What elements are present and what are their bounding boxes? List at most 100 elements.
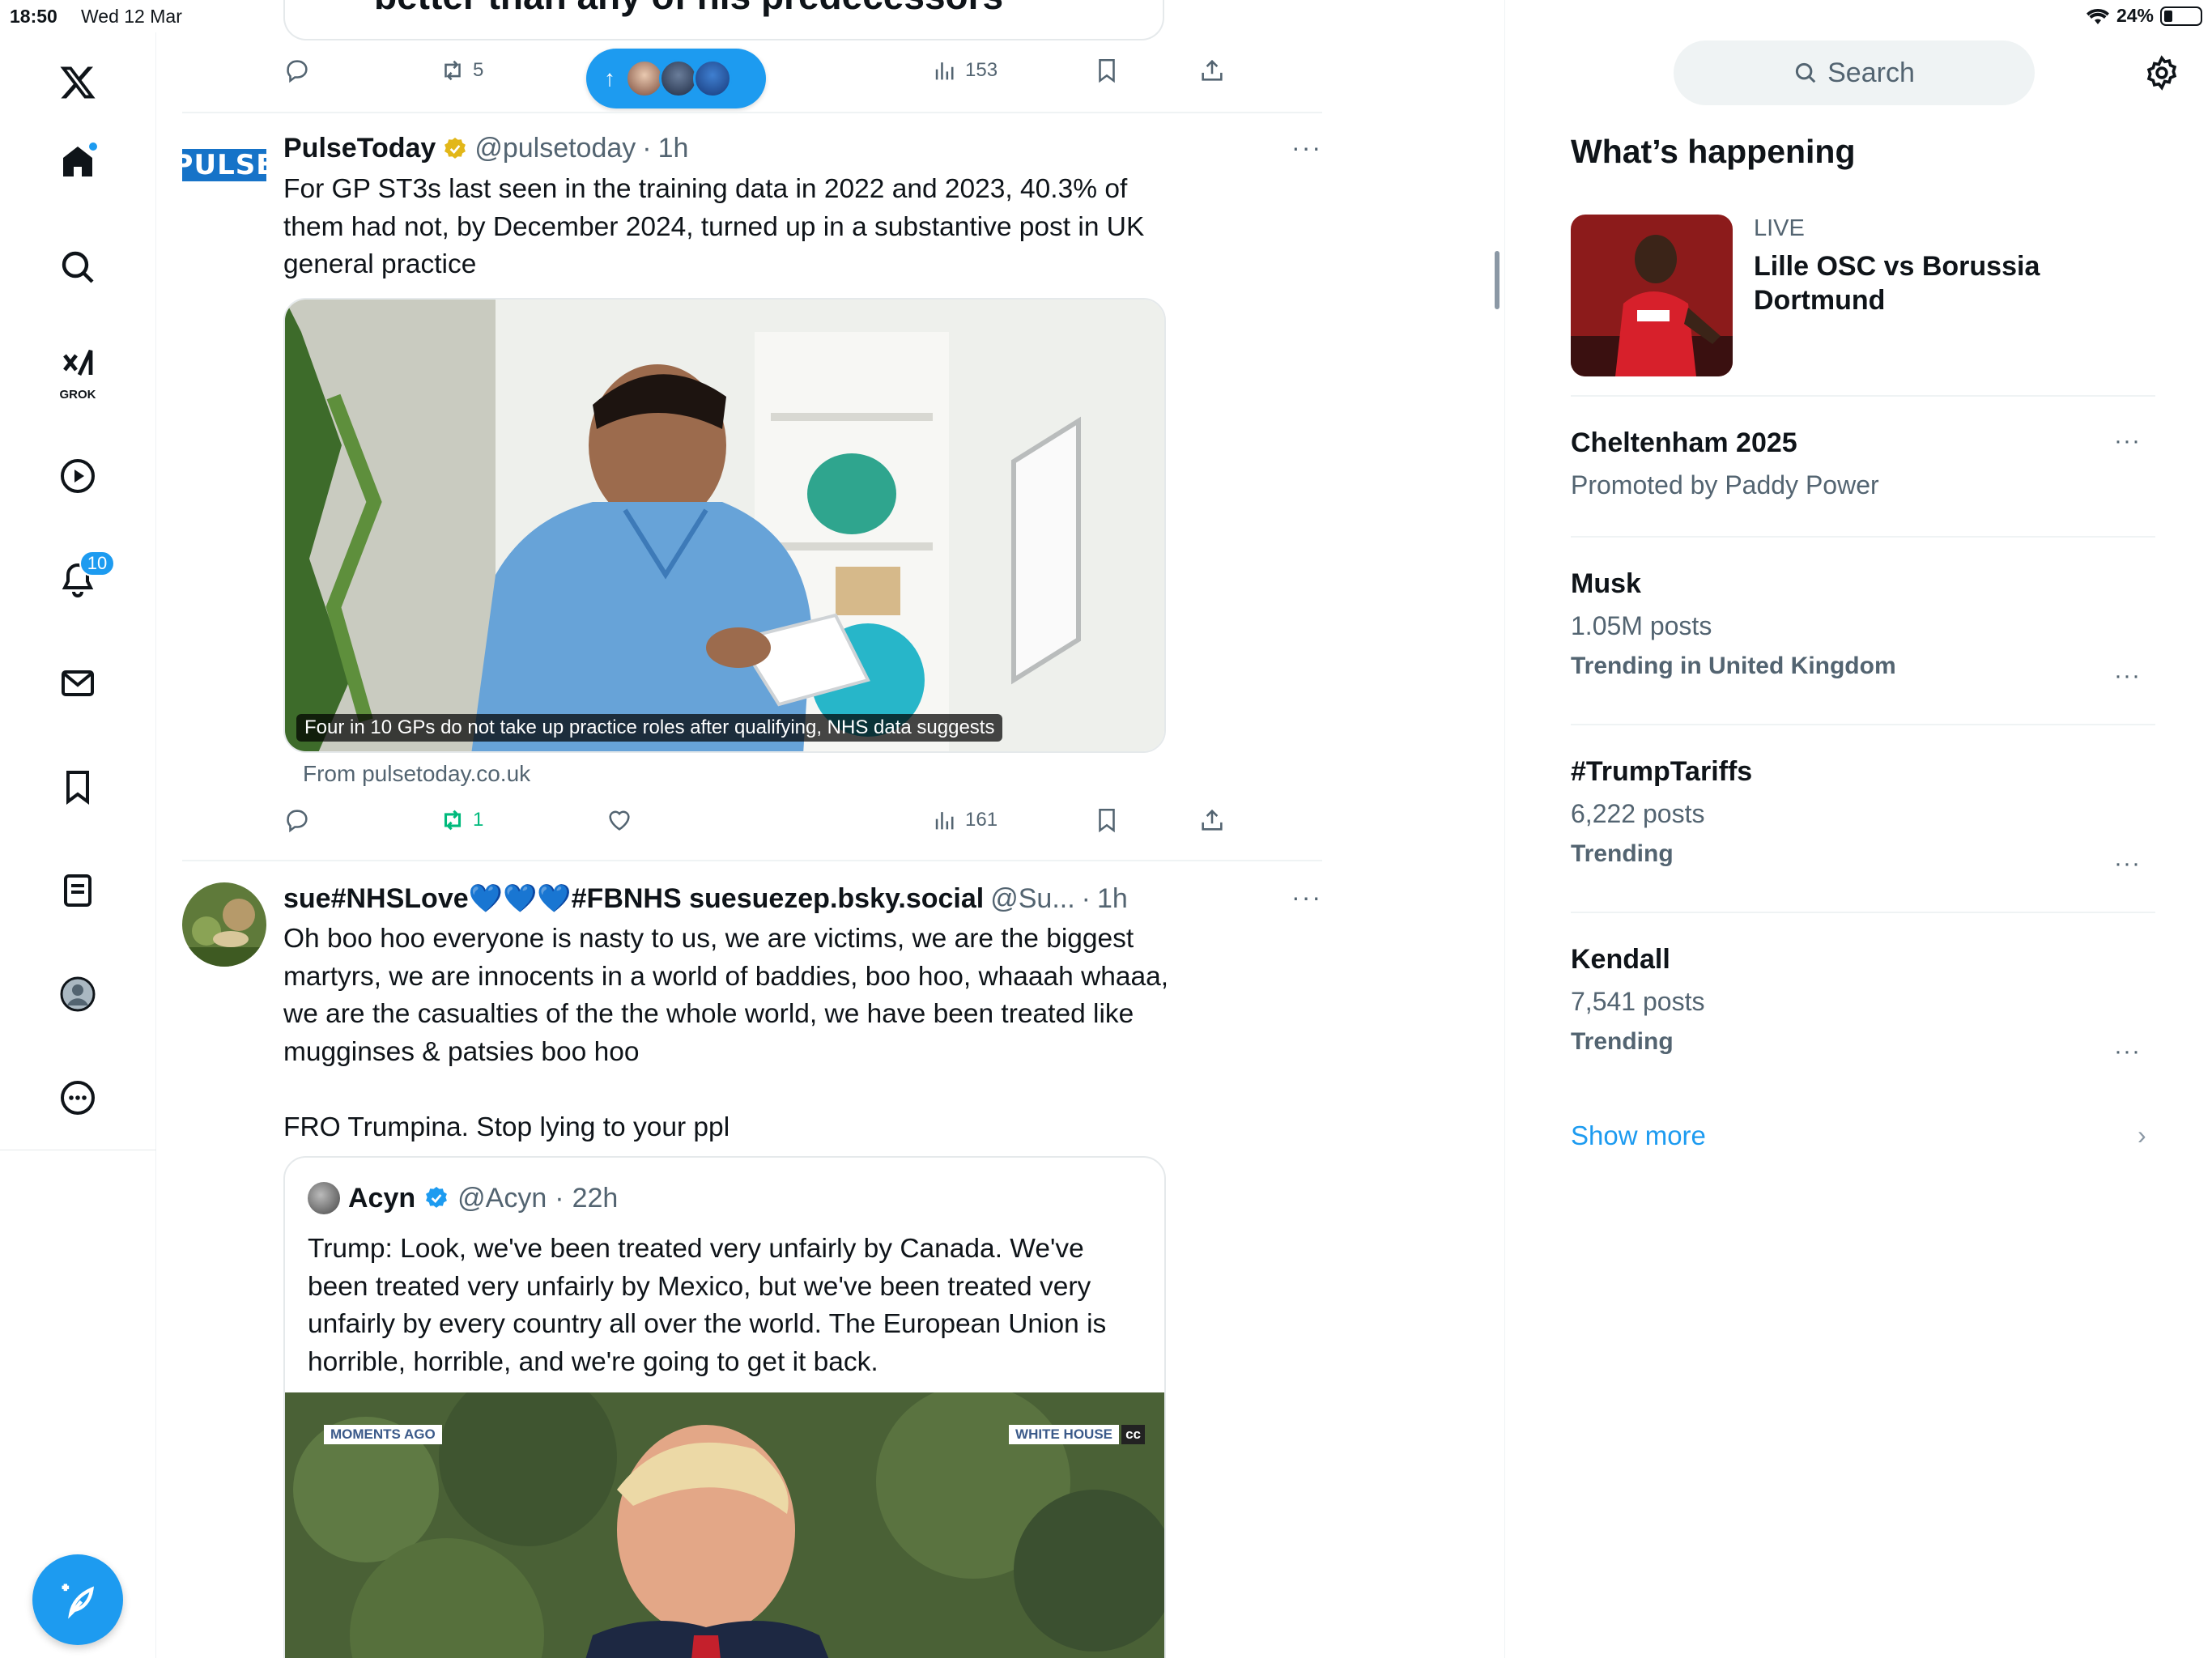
post-time[interactable]: 1h	[658, 133, 689, 164]
trend-more-dots-button[interactable]: ···	[2114, 427, 2141, 455]
trend-more-dots-button[interactable]: ···	[2114, 1038, 2141, 1065]
trend-divider	[1571, 912, 2155, 913]
share-button[interactable]	[1198, 806, 1226, 834]
quoted-video[interactable]: MOMENTS AGO WHITE HOUSE cc	[285, 1392, 1164, 1658]
compose-post-button[interactable]	[32, 1554, 123, 1645]
share-button[interactable]	[1198, 57, 1226, 84]
live-event-title[interactable]: Lille OSC vs Borussia Dortmund	[1754, 249, 2094, 317]
home-icon[interactable]	[45, 130, 110, 194]
grok-label: GROK	[59, 388, 96, 402]
trend-post-count: 6,222 posts	[1571, 799, 1705, 828]
reply-button[interactable]	[283, 806, 311, 834]
acyn-avatar	[308, 1182, 340, 1214]
prev-post-card[interactable]: better than any of his predecessors	[283, 0, 1164, 40]
bookmark-button[interactable]	[1093, 57, 1121, 84]
quoted-post-text: Trump: Look, we've been treated very unf…	[308, 1234, 1107, 1377]
trend-item[interactable]: Musk 1.05M posts Trending in United King…	[1571, 568, 2155, 698]
post-header: sue#NHSLove💙💙💙#FBNHS suesuezep.bsky.soci…	[283, 882, 1128, 915]
link-source[interactable]: From pulsetoday.co.uk	[303, 761, 530, 787]
battery-percent: 24%	[2116, 5, 2154, 26]
heart-icon	[609, 810, 630, 831]
grok-icon[interactable]: GROK	[45, 338, 110, 403]
doctor-photo	[285, 300, 1164, 751]
trend-context: Trending	[1571, 1028, 1674, 1055]
trend-title: #TrumpTariffs	[1571, 756, 1753, 787]
reply-icon	[287, 810, 308, 833]
explore-search-icon[interactable]	[45, 235, 110, 300]
post-text: Oh boo hoo everyone is nasty to us, we a…	[283, 924, 1169, 1142]
chevron-right-icon: ›	[2138, 1120, 2146, 1150]
video-play-icon[interactable]	[45, 444, 110, 508]
trend-title: Musk	[1571, 568, 1641, 599]
trend-divider	[1571, 536, 2155, 538]
quoted-author-name: Acyn	[348, 1182, 416, 1214]
trend-promoted-by: Promoted by Paddy Power	[1571, 470, 1879, 500]
closed-captions-icon[interactable]: cc	[1121, 1425, 1145, 1444]
prev-post-card-text: better than any of his predecessors	[374, 0, 1003, 18]
new-posts-pill[interactable]: ↑	[586, 49, 766, 108]
timeline-scrollbar[interactable]	[1495, 251, 1499, 309]
post-time[interactable]: 1h	[1097, 883, 1128, 915]
dot-separator: ·	[1081, 882, 1091, 914]
views-button[interactable]: 161	[931, 806, 998, 834]
more-dots-button[interactable]: ···	[1291, 882, 1322, 912]
new-post-avatar	[625, 59, 664, 98]
lists-icon[interactable]	[45, 858, 110, 923]
bookmark-button[interactable]	[1093, 806, 1121, 834]
views-icon	[935, 812, 954, 830]
video-chyron-left: MOMENTS AGO	[324, 1425, 442, 1444]
repost-button[interactable]: 1	[439, 806, 483, 834]
search-icon	[1796, 62, 1816, 83]
battery-icon	[2160, 6, 2202, 26]
settings-gear-icon[interactable]	[2144, 55, 2180, 91]
trend-item[interactable]: #TrumpTariffs 6,222 posts Trending ···	[1571, 756, 2155, 886]
pulsetoday-avatar[interactable]: PULSE	[173, 149, 274, 181]
trend-item[interactable]: Cheltenham 2025 Promoted by Paddy Power …	[1571, 427, 2155, 525]
new-post-avatar	[693, 59, 732, 98]
trend-divider	[1571, 395, 2155, 397]
show-more-link[interactable]: Show more	[1571, 1120, 1706, 1151]
reply-icon	[287, 60, 308, 83]
reply-button[interactable]	[283, 57, 311, 84]
compose-feather-icon	[62, 1584, 95, 1619]
views-count: 153	[965, 59, 998, 81]
author-handle[interactable]: @Su...	[990, 883, 1074, 915]
left-nav: GROK 10	[0, 32, 156, 1658]
trend-context: Trending	[1571, 840, 1674, 867]
trend-item[interactable]: Kendall 7,541 posts Trending ···	[1571, 944, 2155, 1073]
trend-title: Cheltenham 2025	[1571, 427, 1797, 458]
more-options-icon[interactable]	[45, 1065, 110, 1130]
post-divider	[182, 860, 1322, 861]
views-button[interactable]: 153	[931, 57, 998, 84]
author-handle[interactable]: @pulsetoday	[474, 133, 636, 164]
sue-avatar[interactable]	[182, 882, 266, 967]
home-unread-dot	[87, 141, 99, 152]
notifications-bell-icon[interactable]: 10	[45, 547, 115, 612]
author-name[interactable]: PulseToday	[283, 133, 436, 164]
search-input[interactable]: Search	[1674, 40, 2035, 105]
trend-post-count: 1.05M posts	[1571, 611, 1712, 640]
status-time: 18:50	[10, 6, 57, 27]
like-button[interactable]	[606, 806, 633, 834]
live-event-thumbnail[interactable]	[1571, 215, 1733, 376]
share-icon	[1202, 809, 1223, 831]
bookmarks-icon[interactable]	[45, 755, 110, 819]
trend-more-dots-button[interactable]: ···	[2114, 850, 2141, 878]
more-dots-button[interactable]: ···	[1291, 133, 1322, 163]
verified-blue-icon	[426, 1187, 448, 1208]
post-actions: 1 161	[283, 806, 1223, 847]
trend-more-dots-button[interactable]: ···	[2114, 662, 2141, 690]
post-header: PulseToday @pulsetoday · 1h	[283, 133, 688, 164]
post-media-link-card[interactable]: Four in 10 GPs do not take up practice r…	[283, 298, 1166, 753]
repost-icon	[445, 60, 461, 81]
repost-button[interactable]: 5	[439, 57, 483, 84]
quoted-post[interactable]: Acyn @Acyn · 22h Trump: Look, we've been…	[283, 1156, 1166, 1658]
profile-avatar-icon[interactable]	[45, 962, 110, 1027]
bookmark-icon	[1099, 58, 1115, 83]
verified-gold-icon	[445, 137, 466, 159]
author-name[interactable]: sue#NHSLove💙💙💙#FBNHS suesuezep.bsky.soci…	[283, 882, 984, 915]
messages-envelope-icon[interactable]	[45, 651, 110, 716]
x-logo-icon[interactable]	[45, 50, 110, 115]
views-count: 161	[965, 809, 998, 831]
bookmark-icon	[1099, 808, 1115, 833]
